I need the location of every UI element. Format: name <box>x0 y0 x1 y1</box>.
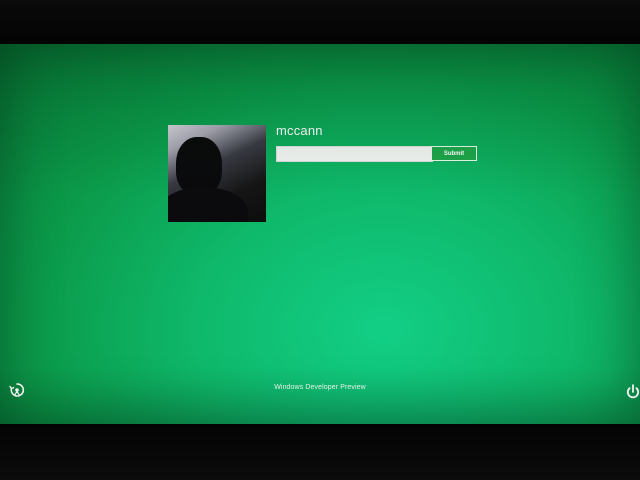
top-bezel <box>0 0 640 46</box>
user-avatar <box>168 125 266 222</box>
username-label: mccann <box>276 123 323 138</box>
brand-text: Windows Developer Preview <box>274 384 366 391</box>
password-field[interactable] <box>276 146 433 162</box>
submit-button[interactable]: Submit <box>431 146 477 161</box>
lock-screen: mccann Submit Windows Developer Preview <box>0 44 640 424</box>
power-icon[interactable] <box>626 384 640 400</box>
monitor-frame: mccann Submit Windows Developer Preview <box>0 0 640 480</box>
bottom-bezel <box>0 424 640 480</box>
